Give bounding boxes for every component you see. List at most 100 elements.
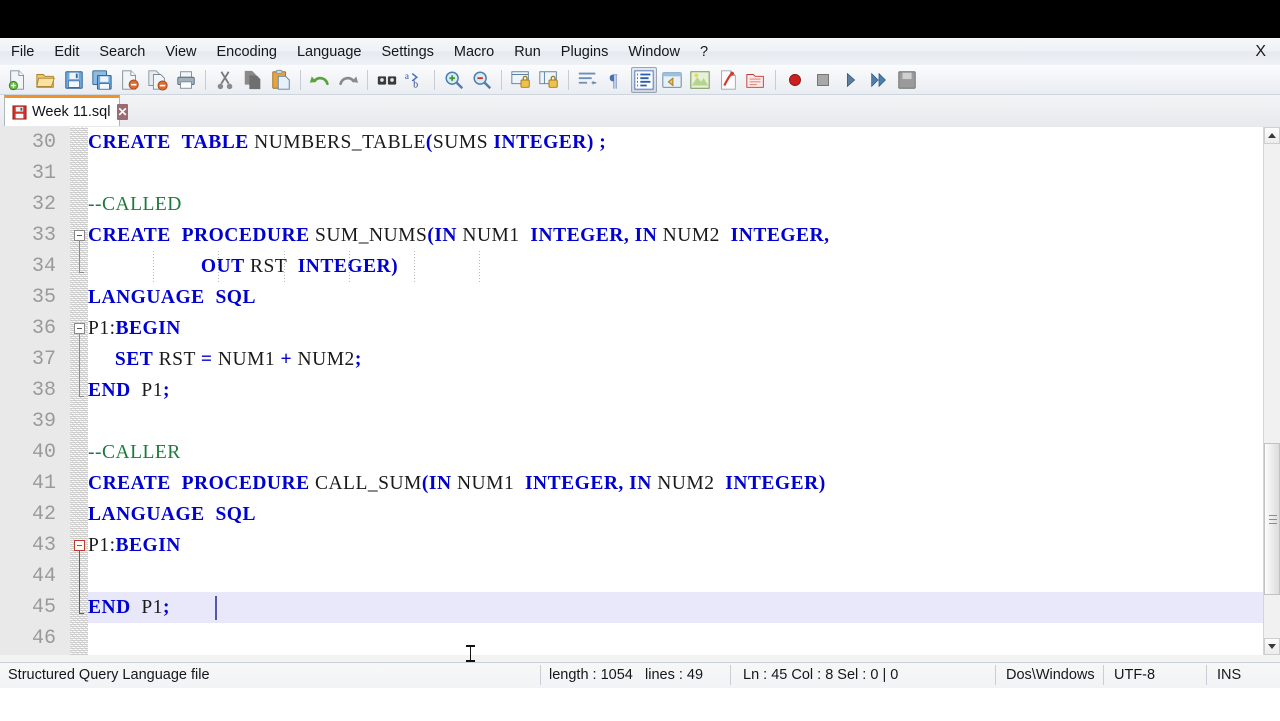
indent-guide-icon[interactable]	[631, 66, 657, 93]
zoom-out-icon[interactable]	[469, 67, 495, 93]
fold-collapse-icon[interactable]	[74, 540, 85, 551]
code-token: )	[818, 473, 826, 494]
scroll-up-arrow[interactable]	[1264, 127, 1280, 144]
replace-icon[interactable]: ab	[402, 67, 428, 93]
tab-close-icon[interactable]: ✕	[117, 104, 128, 120]
menu-file[interactable]: File	[2, 41, 43, 63]
play-macro-icon[interactable]	[838, 67, 864, 93]
line-number: 37	[31, 348, 56, 371]
code-line[interactable]: --CALLED	[88, 189, 1280, 220]
code-line[interactable]: SET RST = NUM1 + NUM2;	[88, 344, 1280, 375]
code-token: NUM2	[657, 225, 731, 246]
code-row[interactable]	[0, 406, 1280, 437]
code-token: NUM1	[457, 225, 531, 246]
menu-plugins[interactable]: Plugins	[552, 41, 618, 63]
menu-language[interactable]: Language	[288, 41, 371, 63]
zoom-in-icon[interactable]	[441, 67, 467, 93]
line-number: 38	[31, 379, 56, 402]
code-line[interactable]: CREATE TABLE NUMBERS_TABLE(SUMS INTEGER)…	[88, 127, 1280, 158]
code-line[interactable]: END P1;	[88, 375, 1280, 406]
save-all-icon[interactable]	[89, 67, 115, 93]
svg-text:a: a	[405, 71, 409, 81]
vertical-scrollbar-thumb[interactable]	[1264, 443, 1280, 595]
chevron-up-icon	[1268, 133, 1276, 138]
code-row[interactable]	[0, 623, 1280, 654]
word-wrap-icon[interactable]	[575, 67, 601, 93]
code-token: ;	[163, 597, 171, 618]
paste-icon[interactable]	[268, 67, 294, 93]
code-token: --CALLED	[88, 194, 182, 215]
code-token: BEGIN	[115, 318, 181, 339]
menu-edit[interactable]: Edit	[45, 41, 88, 63]
code-token: INTEGER	[493, 132, 587, 153]
function-list-icon[interactable]	[715, 67, 741, 93]
sync-vertical-icon[interactable]	[508, 67, 534, 93]
undo-icon[interactable]	[307, 67, 333, 93]
redo-icon[interactable]	[335, 67, 361, 93]
code-line[interactable]: LANGUAGE SQL	[88, 282, 1280, 313]
run-macro-multiple-icon[interactable]	[866, 67, 892, 93]
code-token: END	[88, 597, 131, 618]
open-file-icon[interactable]	[33, 67, 59, 93]
code-token: RST	[153, 349, 201, 370]
code-line[interactable]: P1:BEGIN	[88, 530, 1280, 561]
menu-macro[interactable]: Macro	[445, 41, 503, 63]
fold-collapse-icon[interactable]	[74, 323, 85, 334]
horizontal-scroll-strip[interactable]	[0, 655, 1280, 662]
save-macro-icon[interactable]	[894, 67, 920, 93]
show-all-chars-icon[interactable]: ¶	[603, 67, 629, 93]
cut-icon[interactable]	[212, 67, 238, 93]
status-divider	[1103, 665, 1104, 685]
svg-text:b: b	[413, 79, 418, 90]
menu-window[interactable]: Window	[619, 41, 689, 63]
copy-icon[interactable]	[240, 67, 266, 93]
code-token: P1	[88, 535, 110, 556]
code-line[interactable]: P1:BEGIN	[88, 313, 1280, 344]
code-token: INTEGER	[524, 473, 619, 494]
save-icon[interactable]	[61, 67, 87, 93]
code-row[interactable]	[0, 561, 1280, 592]
new-file-icon[interactable]	[5, 67, 31, 93]
code-token: IN	[629, 473, 652, 494]
scroll-down-arrow[interactable]	[1264, 638, 1280, 655]
user-define-dialog-icon[interactable]	[659, 67, 685, 93]
indent-guide	[153, 251, 155, 282]
code-line[interactable]: CREATE PROCEDURE CALL_SUM(IN NUM1 INTEGE…	[88, 468, 1280, 499]
code-line[interactable]: CREATE PROCEDURE SUM_NUMS(IN NUM1 INTEGE…	[88, 220, 1280, 251]
document-map-icon[interactable]	[687, 67, 713, 93]
record-macro-icon[interactable]	[782, 67, 808, 93]
code-row[interactable]	[0, 158, 1280, 189]
window-close-button[interactable]: X	[1245, 43, 1280, 61]
code-line[interactable]: END P1;	[88, 592, 1280, 623]
fold-collapse-icon[interactable]	[74, 230, 85, 241]
line-number: 44	[31, 565, 56, 588]
print-icon[interactable]	[173, 67, 199, 93]
menu-run[interactable]: Run	[505, 41, 550, 63]
stop-macro-icon[interactable]	[810, 67, 836, 93]
menu-encoding[interactable]: Encoding	[208, 41, 286, 63]
menu-settings[interactable]: Settings	[372, 41, 442, 63]
folder-workspace-icon[interactable]	[743, 67, 769, 93]
vertical-scrollbar[interactable]	[1263, 127, 1280, 655]
sync-horizontal-icon[interactable]	[536, 67, 562, 93]
close-file-icon[interactable]	[117, 67, 143, 93]
toolbar-separator	[775, 69, 776, 90]
code-line[interactable]: LANGUAGE SQL	[88, 499, 1280, 530]
tab-week-11-sql[interactable]: Week 11.sql ✕	[4, 95, 128, 126]
tab-label: Week 11.sql	[32, 104, 111, 120]
code-line[interactable]: OUT RST INTEGER)	[88, 251, 1280, 282]
code-token: SQL	[215, 504, 256, 525]
menu-view[interactable]: View	[156, 41, 205, 63]
find-icon[interactable]	[374, 67, 400, 93]
menu-search[interactable]: Search	[90, 41, 154, 63]
menu-help[interactable]: ?	[691, 41, 717, 63]
code-token: ;	[599, 132, 607, 153]
code-editor[interactable]: 30 CREATE TABLE NUMBERS_TABLE(SUMS INTEGE…	[0, 127, 1280, 656]
close-all-icon[interactable]	[145, 67, 171, 93]
code-line[interactable]: --CALLER	[88, 437, 1280, 468]
